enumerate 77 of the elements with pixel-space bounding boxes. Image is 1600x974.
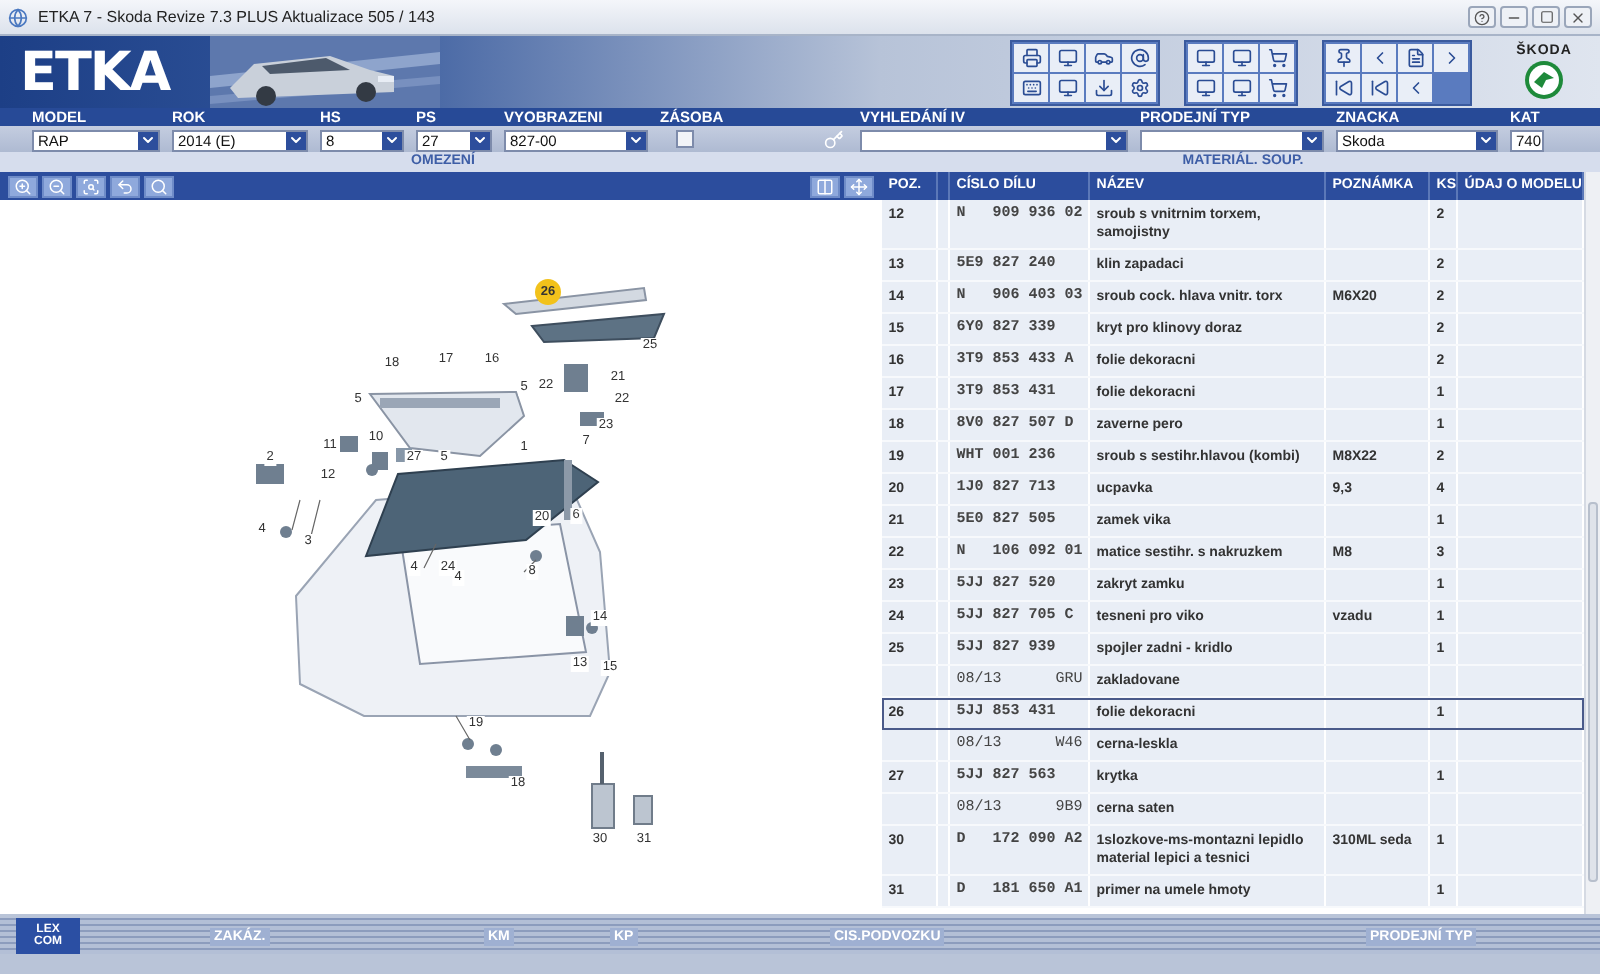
toolbar-button[interactable] bbox=[1122, 43, 1156, 71]
printer-icon bbox=[1021, 47, 1041, 67]
panel-button[interactable] bbox=[810, 175, 841, 197]
toolbar-button[interactable] bbox=[1188, 43, 1222, 71]
move-button[interactable] bbox=[844, 175, 875, 197]
maximize-icon bbox=[1539, 10, 1553, 24]
help-icon bbox=[1474, 9, 1490, 25]
minimize-button[interactable] bbox=[1500, 6, 1528, 28]
toolbar-button[interactable] bbox=[1260, 73, 1294, 101]
close-icon bbox=[1570, 9, 1586, 25]
caret-icon bbox=[138, 131, 158, 149]
close-button[interactable] bbox=[1564, 6, 1592, 28]
dropdown-field[interactable] bbox=[860, 129, 1128, 151]
toolbar-button[interactable] bbox=[1434, 43, 1468, 71]
zoom-in-button[interactable] bbox=[8, 175, 38, 197]
checkbox[interactable] bbox=[676, 130, 694, 148]
zoom-in-icon bbox=[14, 177, 32, 195]
document-icon bbox=[1405, 47, 1425, 67]
toolbar-button[interactable] bbox=[1224, 43, 1258, 71]
app-icon bbox=[8, 7, 28, 27]
zoom-area-button[interactable] bbox=[76, 175, 106, 197]
toolbar-button[interactable] bbox=[1326, 73, 1360, 101]
toolbar-button[interactable] bbox=[1122, 73, 1156, 101]
window-title: ETKA 7 - Skoda Revize 7.3 PLUS Aktualizace 505 / 143 bbox=[38, 8, 435, 26]
search-button[interactable] bbox=[144, 175, 174, 197]
car-icon bbox=[1093, 47, 1113, 67]
monitor-icon bbox=[1195, 47, 1215, 67]
caret-icon bbox=[1302, 131, 1322, 149]
monitor-icon bbox=[1231, 77, 1251, 97]
first-icon bbox=[1369, 77, 1389, 97]
toolbar-button[interactable] bbox=[1362, 43, 1396, 71]
monitor-icon bbox=[1057, 47, 1077, 67]
toolbar-button[interactable] bbox=[1014, 73, 1048, 101]
monitor-icon bbox=[1057, 77, 1077, 97]
caret-icon bbox=[1476, 131, 1496, 149]
caret-icon bbox=[286, 131, 306, 149]
toolbar-button[interactable] bbox=[1050, 73, 1084, 101]
toolbar-button[interactable] bbox=[1260, 43, 1294, 71]
toolbar-button[interactable] bbox=[1050, 43, 1084, 71]
zoom-out-icon bbox=[48, 177, 66, 195]
help-button[interactable] bbox=[1468, 6, 1496, 28]
monitor-icon bbox=[1231, 47, 1251, 67]
toolbar-button[interactable] bbox=[1188, 73, 1222, 101]
keyboard-icon bbox=[1021, 77, 1041, 97]
caret-icon bbox=[626, 131, 646, 149]
zoom-area-icon bbox=[82, 177, 100, 195]
at-sign-icon bbox=[1129, 47, 1149, 67]
caret-icon bbox=[382, 131, 402, 149]
cart-icon bbox=[1267, 47, 1287, 67]
columns-icon bbox=[816, 177, 835, 195]
toolbar-button[interactable] bbox=[1086, 73, 1120, 101]
maximize-button[interactable] bbox=[1532, 6, 1560, 28]
toolbar-button[interactable] bbox=[1326, 43, 1360, 71]
caret-icon bbox=[470, 131, 490, 149]
toolbar-button[interactable] bbox=[1362, 73, 1396, 101]
back-arrow-icon bbox=[116, 177, 134, 195]
monitor-icon bbox=[1195, 77, 1215, 97]
dropdown-field[interactable] bbox=[1140, 129, 1324, 151]
toolbar-button[interactable] bbox=[1398, 43, 1432, 71]
toolbar-button[interactable] bbox=[1224, 73, 1258, 101]
scrollbar[interactable] bbox=[1584, 172, 1600, 914]
brand-logo-icon bbox=[1524, 60, 1564, 100]
back-button[interactable] bbox=[110, 175, 140, 197]
scrollbar-thumb[interactable] bbox=[1588, 502, 1598, 882]
caret-icon bbox=[1106, 131, 1126, 149]
first-icon bbox=[1333, 77, 1353, 97]
app-logo: ETKA bbox=[20, 41, 173, 103]
search-icon bbox=[150, 177, 168, 195]
cart-icon bbox=[1267, 77, 1287, 97]
toolbar-button[interactable] bbox=[1398, 73, 1432, 101]
toolbar-button[interactable] bbox=[1014, 43, 1048, 71]
pin-icon bbox=[1333, 47, 1353, 67]
zoom-out-button[interactable] bbox=[42, 175, 72, 197]
settings-icon bbox=[1129, 77, 1149, 97]
download-icon bbox=[1093, 77, 1113, 97]
move-icon bbox=[850, 177, 869, 195]
toolbar-button[interactable] bbox=[1086, 43, 1120, 71]
